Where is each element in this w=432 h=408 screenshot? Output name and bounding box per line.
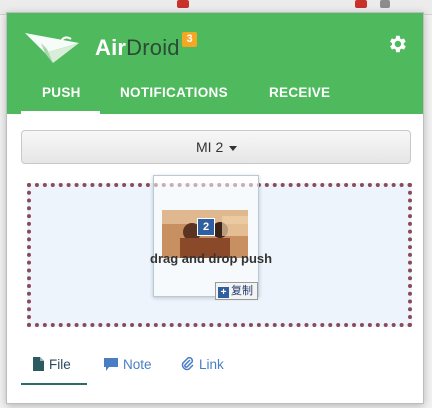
file-icon	[33, 357, 44, 371]
note-icon	[104, 358, 118, 371]
gear-icon[interactable]	[386, 33, 408, 55]
update-badge: 3	[182, 32, 197, 47]
tab-note-label: Note	[123, 357, 152, 372]
copy-cursor-tooltip: + 复制	[215, 282, 258, 300]
copy-label: 复制	[231, 285, 253, 297]
paperclip-icon	[181, 356, 194, 371]
app-name-air: Air	[95, 35, 127, 60]
tab-link[interactable]: Link	[181, 356, 224, 372]
device-dropdown[interactable]: MI 2	[21, 130, 411, 164]
active-tab-indicator	[21, 111, 100, 114]
tab-push[interactable]: PUSH	[42, 85, 81, 100]
device-name: MI 2	[196, 139, 224, 155]
tab-link-label: Link	[199, 357, 224, 372]
airdroid-logo-icon	[25, 33, 79, 63]
tab-file-label: File	[49, 357, 71, 372]
drop-instruction: drag and drop push	[150, 251, 273, 266]
content-type-tabs: File Note Link	[7, 353, 423, 387]
drag-count-badge: 2	[197, 218, 215, 236]
tab-receive[interactable]: RECEIVE	[269, 85, 330, 100]
app-name-droid: Droid	[126, 35, 180, 60]
browser-extension-icon[interactable]	[355, 0, 367, 8]
tab-file[interactable]: File	[33, 357, 71, 372]
tab-note[interactable]: Note	[104, 357, 152, 372]
header: AirDroid 3 PUSH NOTIFICATIONS RECEIVE	[7, 13, 423, 114]
drag-preview	[153, 175, 259, 297]
caret-down-icon	[229, 146, 237, 151]
plus-icon: +	[218, 287, 229, 298]
browser-extension-icon[interactable]	[380, 0, 390, 8]
airdroid-popup: AirDroid 3 PUSH NOTIFICATIONS RECEIVE MI…	[6, 12, 424, 404]
active-bottom-tab-indicator	[21, 383, 87, 385]
main-tabs: PUSH NOTIFICATIONS RECEIVE	[7, 75, 423, 114]
browser-extension-icon[interactable]	[177, 0, 189, 8]
app-name: AirDroid	[95, 35, 180, 61]
tab-notifications[interactable]: NOTIFICATIONS	[120, 85, 228, 100]
